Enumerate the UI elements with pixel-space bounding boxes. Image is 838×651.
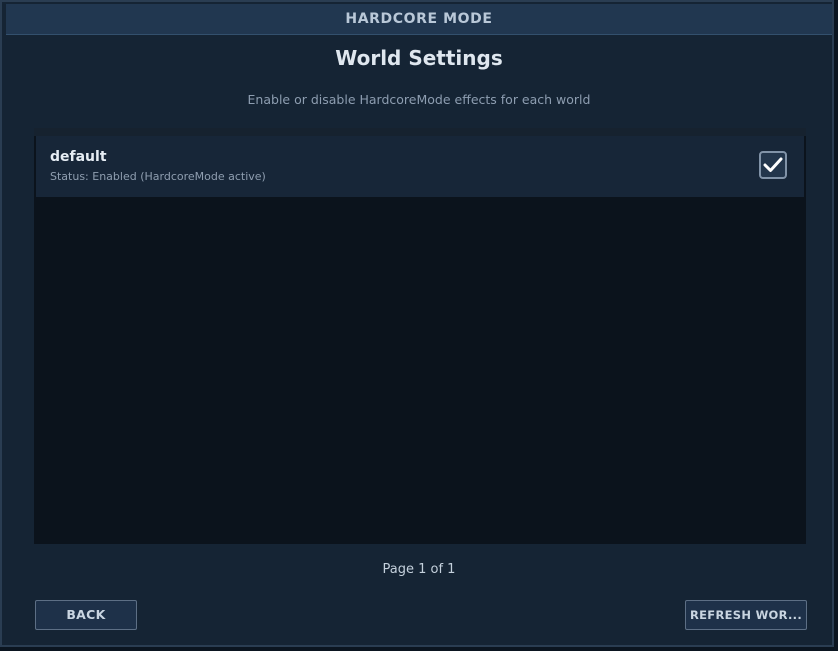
window-title: HARDCORE MODE: [6, 4, 832, 35]
page-subtitle: Enable or disable HardcoreMode effects f…: [247, 92, 591, 107]
refresh-worlds-button[interactable]: REFRESH WOR...: [685, 600, 807, 630]
back-button[interactable]: BACK: [35, 600, 137, 630]
hardcore-mode-window: HARDCORE MODE World Settings Enable or d…: [0, 0, 834, 647]
world-status: Status: Enabled (HardcoreMode active): [50, 170, 266, 183]
pagination-label: Page 1 of 1: [382, 562, 456, 577]
world-name: default: [50, 149, 107, 165]
world-row-default[interactable]: default Status: Enabled (HardcoreMode ac…: [36, 136, 804, 197]
world-list: default Status: Enabled (HardcoreMode ac…: [34, 128, 806, 544]
check-icon: [763, 157, 783, 172]
world-enabled-checkbox[interactable]: [759, 151, 787, 179]
page-title: World Settings: [335, 46, 503, 70]
